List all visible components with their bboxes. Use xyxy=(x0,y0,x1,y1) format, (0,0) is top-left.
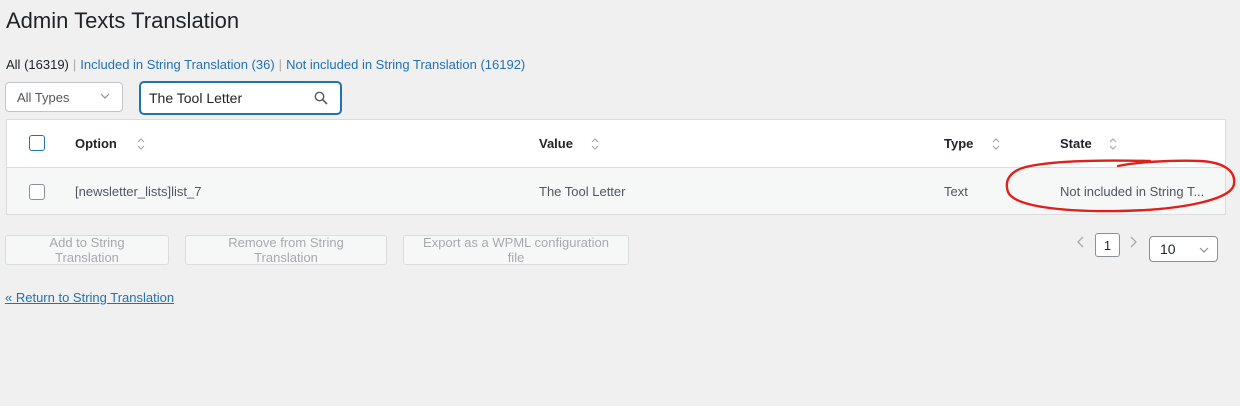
export-wpml-config-button[interactable]: Export as a WPML configuration file xyxy=(403,235,629,265)
filter-separator: | xyxy=(278,57,283,72)
search-box[interactable] xyxy=(140,82,341,114)
sort-icon[interactable] xyxy=(1109,137,1117,151)
cell-state: Not included in String T... xyxy=(1060,184,1205,199)
select-all-checkbox[interactable] xyxy=(29,135,45,151)
cell-type: Text xyxy=(944,184,968,199)
column-header-value[interactable]: Value xyxy=(539,136,573,151)
chevron-down-icon xyxy=(1199,247,1209,253)
cell-value: The Tool Letter xyxy=(539,184,626,199)
return-to-string-translation-link[interactable]: « Return to String Translation xyxy=(5,290,174,305)
per-page-value: 10 xyxy=(1160,241,1176,257)
filter-links: All (16319) | Included in String Translati… xyxy=(6,57,525,72)
chevron-left-icon[interactable] xyxy=(1076,236,1086,248)
filter-all[interactable]: All (16319) xyxy=(6,57,69,72)
chevron-down-icon xyxy=(100,93,110,99)
sort-icon[interactable] xyxy=(992,137,1000,151)
column-header-type[interactable]: Type xyxy=(944,136,973,151)
remove-from-string-translation-button[interactable]: Remove from String Translation xyxy=(185,235,387,265)
filter-included-link[interactable]: Included in String Translation (36) xyxy=(80,57,274,72)
table-row: [newsletter_lists]list_7 The Tool Letter… xyxy=(7,168,1225,214)
current-page-input[interactable]: 1 xyxy=(1095,233,1120,257)
cell-option: [newsletter_lists]list_7 xyxy=(75,184,202,199)
table-header: Option Value Type State xyxy=(7,120,1225,168)
chevron-right-icon[interactable] xyxy=(1128,236,1138,248)
column-header-state[interactable]: State xyxy=(1060,136,1092,151)
page-title: Admin Texts Translation xyxy=(6,8,240,33)
filter-separator: | xyxy=(72,57,77,72)
search-icon[interactable] xyxy=(314,91,328,105)
admin-texts-table: Option Value Type State [newsletter_list… xyxy=(6,119,1226,215)
column-header-option[interactable]: Option xyxy=(75,136,117,151)
row-checkbox[interactable] xyxy=(29,184,45,200)
filter-not-included-link[interactable]: Not included in String Translation (1619… xyxy=(286,57,525,72)
type-filter-select[interactable]: All Types xyxy=(5,82,123,112)
add-to-string-translation-button[interactable]: Add to String Translation xyxy=(5,235,169,265)
search-input[interactable] xyxy=(149,89,309,107)
sort-icon[interactable] xyxy=(137,137,145,151)
sort-icon[interactable] xyxy=(591,137,599,151)
type-filter-value: All Types xyxy=(17,89,70,105)
per-page-select[interactable]: 10 xyxy=(1149,236,1218,262)
